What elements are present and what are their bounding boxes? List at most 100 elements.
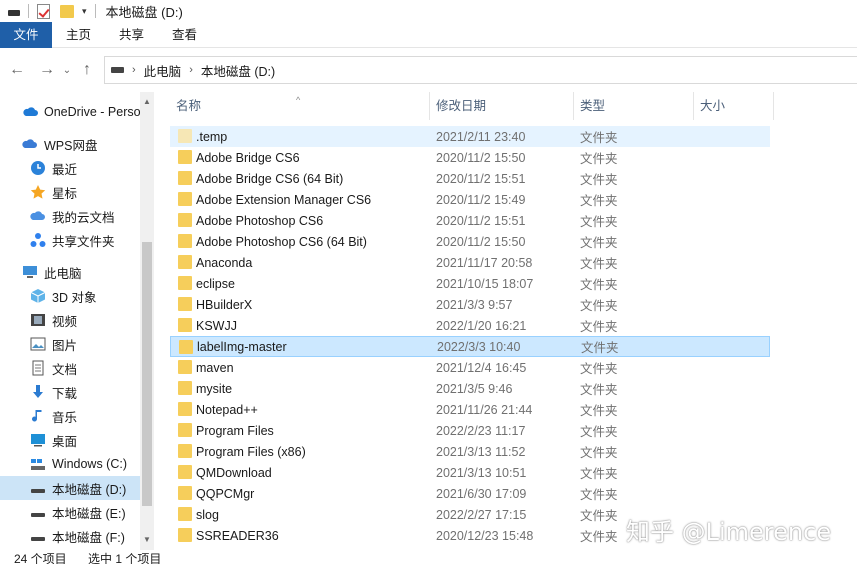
divider — [94, 4, 96, 18]
nav-item-drive-f[interactable]: 本地磁盘 (F:) — [0, 524, 140, 548]
column-date[interactable]: 修改日期 — [430, 92, 574, 120]
address-bar[interactable]: › 此电脑 › 本地磁盘 (D:) — [104, 56, 857, 84]
folder-icon — [179, 340, 193, 354]
sort-ascending-icon: ^ — [296, 95, 301, 105]
title-bar: ▾ 本地磁盘 (D:) — [0, 0, 857, 22]
back-arrow-icon[interactable]: ← — [6, 61, 28, 79]
drive-icon — [31, 513, 45, 517]
list-item[interactable]: Adobe Bridge CS6 2020/11/2 15:50 文件夹 — [170, 147, 770, 168]
music-icon — [32, 410, 42, 422]
nav-item-this-pc[interactable]: 此电脑 — [0, 260, 140, 284]
list-item[interactable]: Notepad++ 2021/11/26 21:44 文件夹 — [170, 399, 770, 420]
nav-item-windows-c[interactable]: Windows (C:) — [0, 452, 140, 476]
new-folder-icon[interactable] — [60, 4, 74, 18]
nav-item-documents[interactable]: 文档 — [0, 356, 140, 380]
folder-icon — [178, 528, 192, 542]
column-size[interactable]: 大小 — [694, 92, 774, 120]
computer-icon — [23, 266, 37, 278]
wps-cloud-icon — [22, 139, 37, 148]
folder-icon — [178, 255, 192, 269]
properties-icon[interactable] — [37, 3, 50, 19]
nav-item-starred[interactable]: 星标 — [0, 180, 140, 204]
nav-item-downloads[interactable]: 下载 — [0, 380, 140, 404]
ribbon-tabs: 文件 主页 共享 查看 — [0, 22, 857, 48]
selection-count: 选中 1 个项目 — [88, 552, 162, 564]
star-icon — [30, 185, 46, 199]
nav-item-music[interactable]: 音乐 — [0, 404, 140, 428]
list-item[interactable]: maven 2021/12/4 16:45 文件夹 — [170, 357, 770, 378]
folder-icon — [178, 360, 192, 374]
folder-icon — [178, 402, 192, 416]
navigation-pane: OneDrive - Perso WPS网盘 最近 星标 我的云文档 共享文件夹… — [0, 92, 155, 550]
folder-icon — [178, 129, 192, 143]
watermark: 知乎 @Limerence — [626, 518, 832, 546]
list-item[interactable]: QQPCMgr 2021/6/30 17:09 文件夹 — [170, 483, 770, 504]
column-type[interactable]: 类型 — [574, 92, 694, 120]
up-arrow-icon[interactable]: ↑ — [76, 61, 98, 79]
nav-item-drive-e[interactable]: 本地磁盘 (E:) — [0, 500, 140, 524]
tab-home[interactable]: 主页 — [52, 22, 105, 48]
list-item[interactable]: Program Files 2022/2/23 11:17 文件夹 — [170, 420, 770, 441]
folder-icon — [178, 486, 192, 500]
nav-item-recent[interactable]: 最近 — [0, 156, 140, 180]
folder-icon — [178, 234, 192, 248]
list-item[interactable]: mysite 2021/3/5 9:46 文件夹 — [170, 378, 770, 399]
drive-icon — [8, 10, 20, 16]
list-item[interactable]: Anaconda 2021/11/17 20:58 文件夹 — [170, 252, 770, 273]
breadcrumb-this-pc[interactable]: 此电脑 — [144, 61, 182, 80]
folder-icon — [178, 171, 192, 185]
scroll-thumb[interactable] — [142, 242, 152, 506]
nav-item-3d-objects[interactable]: 3D 对象 — [0, 284, 140, 308]
list-item-selected[interactable]: labelImg-master 2022/3/3 10:40 文件夹 — [170, 336, 770, 357]
chevron-right-icon[interactable]: › — [189, 64, 193, 76]
tab-share[interactable]: 共享 — [105, 22, 158, 48]
status-bar: 24 个项目 选中 1 个项目 — [0, 552, 857, 564]
list-item[interactable]: Adobe Photoshop CS6 (64 Bit) 2020/11/2 1… — [170, 231, 770, 252]
film-icon — [31, 314, 45, 326]
file-list: .temp 2021/2/11 23:40 文件夹 Adobe Bridge C… — [170, 126, 780, 550]
cloud-icon — [23, 107, 38, 116]
windows-drive-icon — [31, 459, 45, 470]
list-item[interactable]: .temp 2021/2/11 23:40 文件夹 — [170, 126, 770, 147]
column-headers: 名称 ^ 修改日期 类型 大小 — [170, 92, 780, 120]
clock-icon — [31, 161, 45, 175]
list-item[interactable]: Adobe Extension Manager CS6 2020/11/2 15… — [170, 189, 770, 210]
folder-icon — [178, 192, 192, 206]
quick-access-dropdown-icon[interactable]: ▾ — [82, 6, 87, 17]
cloud-doc-icon — [30, 211, 45, 220]
nav-item-desktop[interactable]: 桌面 — [0, 428, 140, 452]
recent-locations-chevron-icon[interactable]: ⌄ — [60, 65, 74, 76]
scroll-up-icon[interactable]: ▲ — [140, 94, 154, 110]
list-item[interactable]: Adobe Bridge CS6 (64 Bit) 2020/11/2 15:5… — [170, 168, 770, 189]
nav-item-pictures[interactable]: 图片 — [0, 332, 140, 356]
list-item[interactable]: HBuilderX 2021/3/3 9:57 文件夹 — [170, 294, 770, 315]
drive-icon — [31, 489, 45, 493]
nav-item-wps-cloud[interactable]: WPS网盘 — [0, 132, 140, 156]
folder-icon — [178, 297, 192, 311]
desktop-icon — [31, 434, 45, 447]
document-icon — [32, 360, 44, 376]
nav-item-cloud-docs[interactable]: 我的云文档 — [0, 204, 140, 228]
list-item[interactable]: Program Files (x86) 2021/3/13 11:52 文件夹 — [170, 441, 770, 462]
picture-icon — [30, 337, 46, 351]
drive-icon — [111, 67, 124, 73]
list-item[interactable]: QMDownload 2021/3/13 10:51 文件夹 — [170, 462, 770, 483]
tab-file[interactable]: 文件 — [0, 22, 52, 48]
nav-item-onedrive[interactable]: OneDrive - Perso — [0, 100, 141, 124]
scroll-down-icon[interactable]: ▼ — [140, 532, 154, 548]
breadcrumb-drive-d[interactable]: 本地磁盘 (D:) — [201, 61, 275, 80]
folder-icon — [178, 381, 192, 395]
tab-view[interactable]: 查看 — [158, 22, 211, 48]
nav-item-shared-folders[interactable]: 共享文件夹 — [0, 228, 140, 252]
window-title: 本地磁盘 (D:) — [105, 4, 183, 20]
list-item[interactable]: KSWJJ 2022/1/20 16:21 文件夹 — [170, 315, 770, 336]
column-name[interactable]: 名称 ^ — [170, 92, 430, 120]
list-item[interactable]: Adobe Photoshop CS6 2020/11/2 15:51 文件夹 — [170, 210, 770, 231]
forward-arrow-icon[interactable]: → — [36, 61, 58, 79]
chevron-right-icon[interactable]: › — [132, 64, 136, 76]
list-item[interactable]: eclipse 2021/10/15 18:07 文件夹 — [170, 273, 770, 294]
nav-scrollbar[interactable]: ▲ ▼ — [140, 92, 154, 550]
nav-item-videos[interactable]: 视频 — [0, 308, 140, 332]
nav-item-drive-d[interactable]: 本地磁盘 (D:) — [0, 476, 140, 500]
folder-icon — [178, 276, 192, 290]
